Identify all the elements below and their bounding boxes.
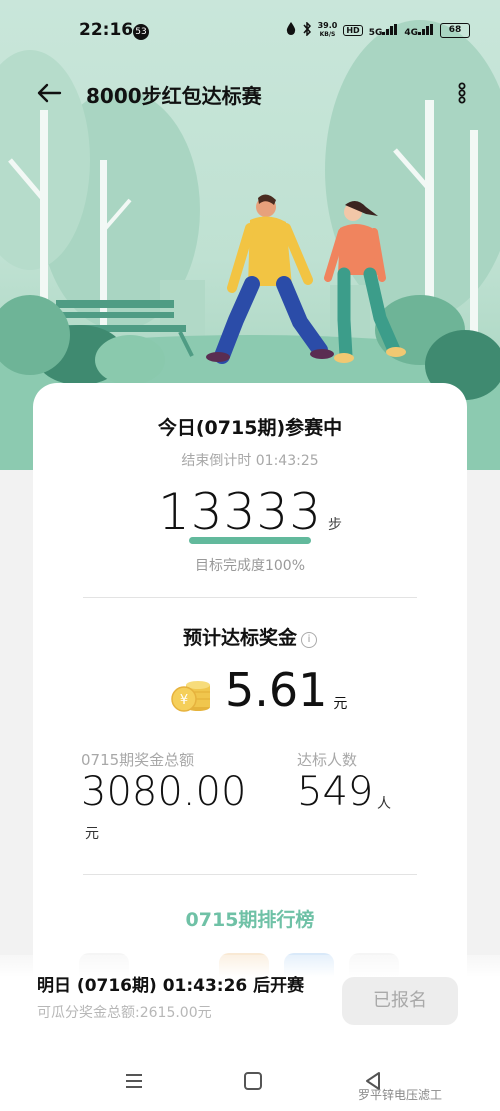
net-speed: 39.0 KB/S (318, 22, 338, 39)
today-title: 今日(0715期)参赛中 (157, 417, 343, 439)
pool-value: 3080.00 (81, 769, 247, 815)
notification-count-badge: 53 (133, 24, 149, 40)
signed-up-button[interactable]: 已报名 (342, 977, 458, 1025)
qualified-value: 549 (297, 769, 374, 815)
next-contest-text: 明日 (0716期) 01:43:26 后开赛 (37, 976, 305, 996)
divider (83, 597, 417, 598)
qualified-unit: 人 (377, 796, 391, 812)
watermark: 罗平锌电压滤工 (358, 1088, 443, 1102)
prize-title-text: 预计达标奖金 (182, 627, 297, 649)
divider (83, 874, 417, 875)
countdown-text: 结束倒计时 01:43:25 (181, 453, 319, 469)
pool-unit: 元 (85, 826, 99, 842)
steps-value: 13333 (157, 483, 323, 541)
net-speed-value: 39.0 (317, 21, 338, 30)
menu-button[interactable] (121, 1068, 147, 1094)
more-button[interactable] (452, 78, 472, 108)
signal-4g-label: 4G (404, 27, 418, 38)
completion-text: 目标完成度100% (194, 558, 306, 574)
page-title: 8000步红包达标赛 (86, 84, 262, 108)
ranking-title[interactable]: 0715期排行榜 (33, 905, 467, 932)
prize-amount-row: ¥ 5.61 元 (171, 659, 347, 719)
home-button[interactable] (240, 1068, 266, 1094)
status-icons: 39.0 KB/S HD 5G 4G 68 (286, 21, 470, 39)
battery-level: 68 (448, 25, 462, 35)
coin-stack-icon: ¥ (171, 681, 210, 712)
prize-unit: 元 (333, 696, 348, 712)
next-pool-text: 可瓜分奖金总额:2615.00元 (37, 1005, 212, 1021)
prize-amount: 5.61 (225, 663, 328, 717)
net-speed-unit: KB/S (319, 31, 336, 38)
contest-card: 今日(0715期)参赛中 结束倒计时 01:43:25 13333 步 目标完成度… (33, 383, 467, 1003)
svg-text:¥: ¥ (180, 693, 188, 708)
battery-icon: 68 (440, 23, 470, 38)
qualified-label: 达标人数 (297, 751, 358, 769)
info-icon[interactable]: i (301, 632, 317, 648)
square-icon (244, 1072, 262, 1090)
arrow-left-icon (37, 83, 62, 103)
bluetooth-icon (302, 21, 312, 39)
signal-5g-icon: 5G (368, 23, 399, 38)
steps-display: 13333 步 (33, 483, 467, 543)
prize-title: 预计达标奖金 i (33, 623, 467, 650)
pool-label: 0715期奖金总额 (81, 751, 195, 769)
drop-icon (286, 22, 296, 39)
menu-icon (126, 1074, 142, 1088)
completion-progress-fill (189, 537, 311, 544)
status-time: 22:16 (79, 20, 134, 40)
status-bar: 22:16 53 39.0 KB/S HD 5G 4G 68 (0, 0, 500, 62)
signal-5g-label: 5G (368, 27, 383, 38)
hd-badge: HD (343, 25, 363, 36)
completion-progress-bar (189, 537, 311, 544)
more-vertical-icon (458, 82, 466, 104)
signal-4g-icon: 4G (404, 23, 434, 38)
steps-unit: 步 (328, 517, 343, 533)
back-button[interactable] (34, 78, 64, 108)
app-bar: 8000步红包达标赛 (0, 70, 500, 116)
